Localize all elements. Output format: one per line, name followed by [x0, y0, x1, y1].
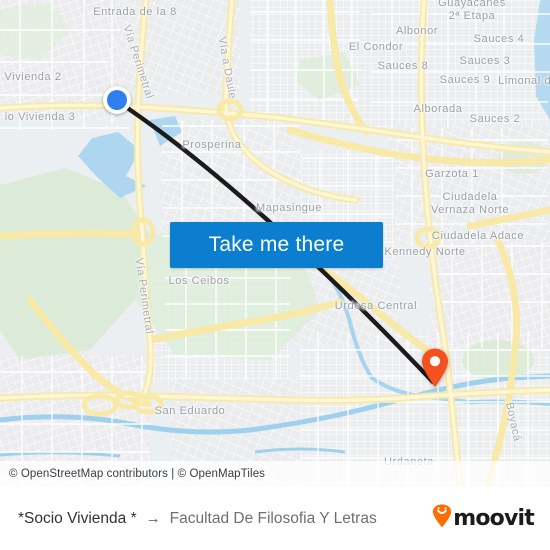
- route-summary: *Socio Vivienda * → Facultad De Filosofi…: [18, 510, 432, 528]
- take-me-there-button[interactable]: Take me there: [170, 222, 383, 268]
- destination-pin-marker[interactable]: [420, 348, 450, 388]
- arrow-right-icon: →: [145, 510, 161, 527]
- destination-station-name: Facultad De Filosofia Y Letras: [169, 509, 377, 527]
- moovit-wordmark: moovit: [453, 505, 535, 531]
- footer-bar: *Socio Vivienda * → Facultad De Filosofi…: [0, 487, 550, 550]
- origin-dot-marker[interactable]: [103, 86, 131, 114]
- moovit-logo[interactable]: moovit: [432, 504, 535, 533]
- moovit-pin-icon: [432, 504, 452, 533]
- map-viewport[interactable]: Entrada de la 8 Guayacanes 2ª Etapa Albono…: [0, 0, 550, 487]
- moovit-trip-map-page: Entrada de la 8 Guayacanes 2ª Etapa Albono…: [0, 0, 550, 550]
- origin-station-name: *Socio Vivienda *: [18, 509, 137, 527]
- origin-dot: [107, 90, 127, 110]
- map-attribution: © OpenStreetMap contributors | © OpenMap…: [0, 461, 550, 487]
- attribution-text: © OpenStreetMap contributors | © OpenMap…: [9, 468, 266, 480]
